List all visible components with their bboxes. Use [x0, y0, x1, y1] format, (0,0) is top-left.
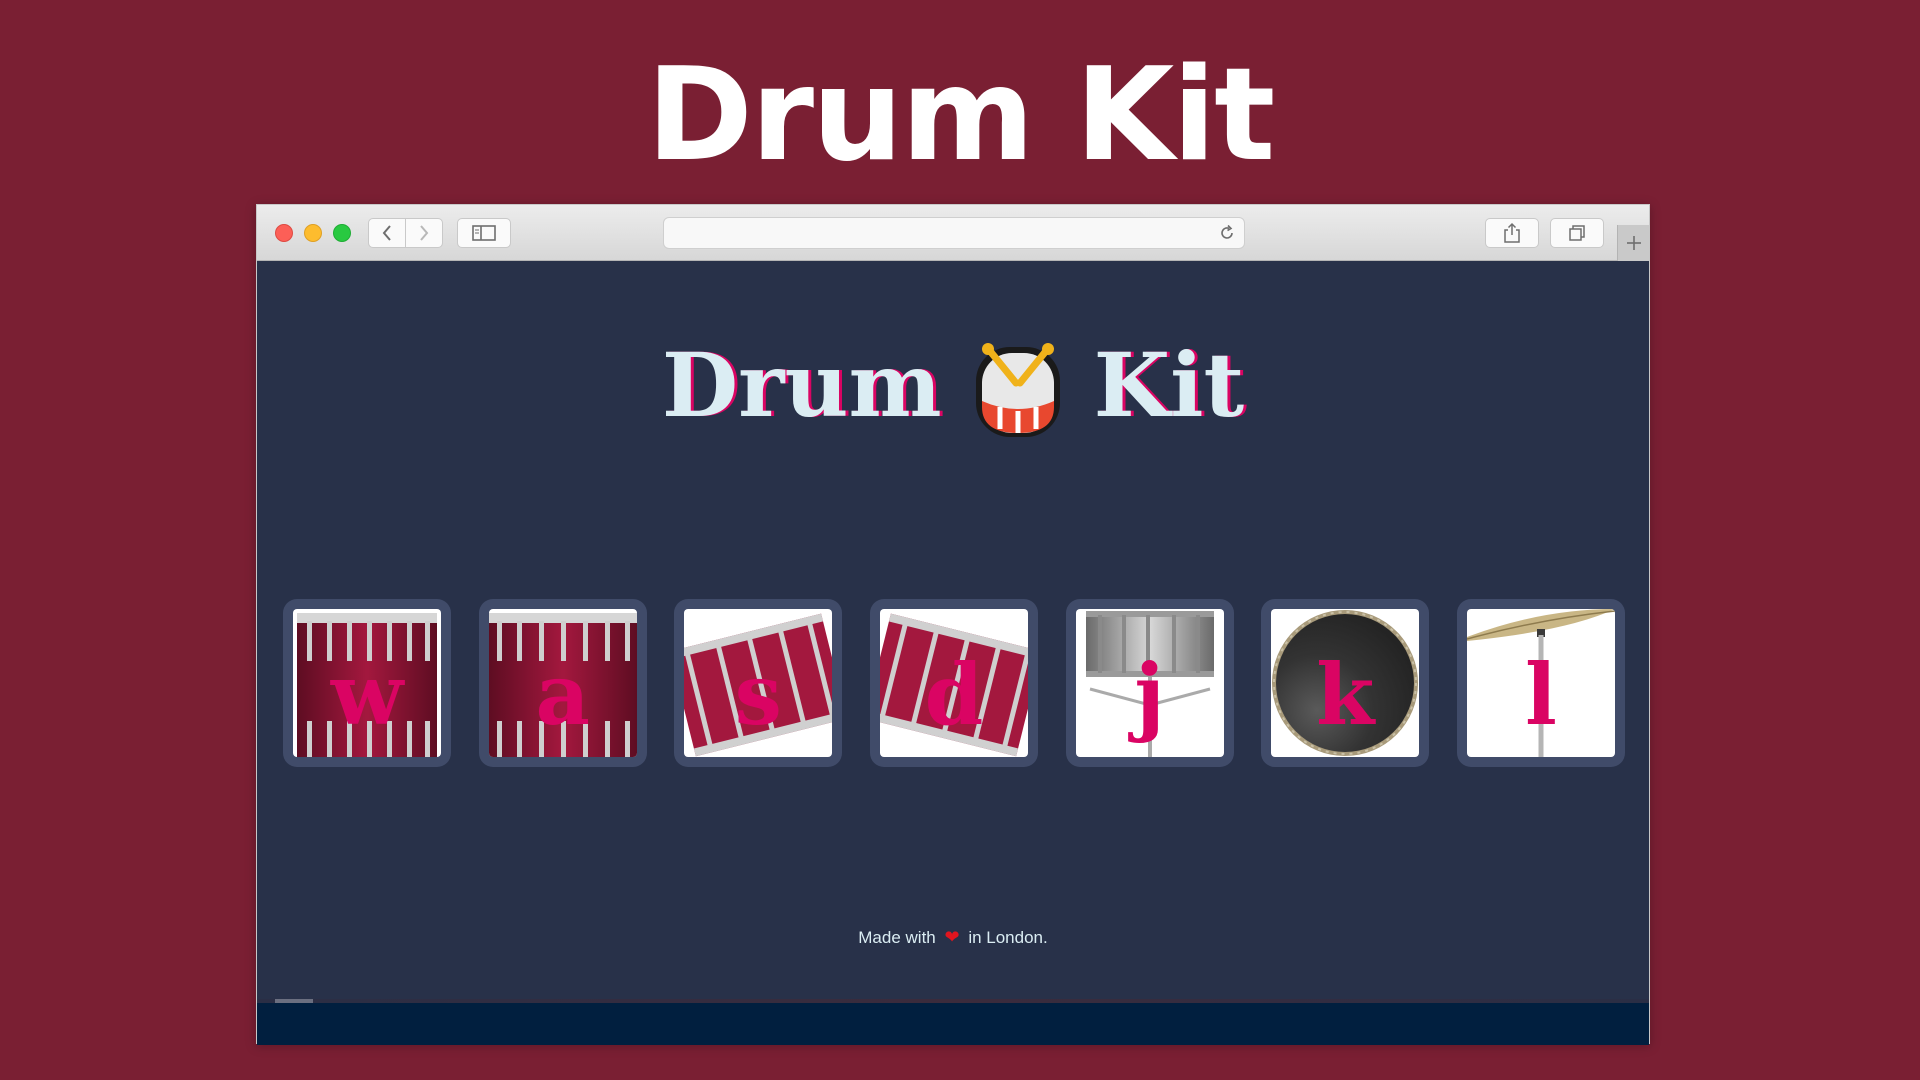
chevron-left-icon [382, 225, 391, 241]
tabs-icon [1569, 225, 1585, 241]
bottom-band [257, 1003, 1649, 1045]
close-window-button[interactable] [275, 224, 293, 242]
footer-text-before: Made with [858, 928, 936, 947]
heart-icon: ❤ [944, 927, 960, 947]
drum-button-d[interactable]: d [869, 599, 1038, 767]
page-title-left: Drum [661, 333, 942, 437]
new-tab-button[interactable] [1617, 225, 1649, 261]
chevron-right-icon [420, 225, 429, 241]
drum-tile: d [879, 609, 1028, 757]
drum-tile: l [1466, 609, 1615, 757]
plus-icon [1626, 236, 1641, 250]
drum-button-j[interactable]: j [1065, 599, 1234, 767]
drum-key-label: k [1316, 645, 1375, 744]
show-tabs-button[interactable] [1550, 218, 1604, 248]
address-bar[interactable] [663, 217, 1245, 249]
drum-tile: s [684, 609, 833, 757]
share-icon [1504, 222, 1520, 243]
drum-row: w a s d j k l [283, 599, 1625, 767]
sidebar-toggle-button[interactable] [457, 218, 511, 248]
drum-tile: k [1271, 609, 1420, 757]
reload-icon[interactable] [1218, 224, 1236, 242]
drum-key-label: d [924, 645, 984, 744]
drum-tile: a [488, 609, 637, 757]
drum-tile: w [293, 609, 441, 757]
drum-key-label: w [330, 645, 404, 744]
browser-toolbar [257, 205, 1649, 261]
drum-key-label: j [1134, 645, 1165, 744]
drum-button-a[interactable]: a [478, 599, 647, 767]
drum-key-label: a [535, 645, 590, 744]
footer-text-after: in London. [968, 928, 1048, 947]
hero-title: Drum Kit [646, 41, 1276, 190]
browser-window: Drum Kit w a s d j k l Made with ❤ in Lo… [256, 204, 1650, 1045]
zoom-window-button[interactable] [333, 224, 351, 242]
page-content: Drum Kit w a s d j k l Made with ❤ in Lo… [257, 262, 1649, 1045]
drum-emoji-icon [975, 343, 1060, 437]
drum-tile: j [1075, 609, 1224, 757]
page-footer: Made with ❤ in London. [257, 927, 1649, 948]
drum-button-k[interactable]: k [1261, 599, 1430, 767]
sidebar-icon [472, 225, 496, 241]
page-title-right: Kit [1093, 333, 1245, 437]
drum-key-label: l [1524, 645, 1557, 744]
drum-button-l[interactable]: l [1456, 599, 1625, 767]
minimize-window-button[interactable] [304, 224, 322, 242]
drum-button-w[interactable]: w [283, 599, 451, 767]
back-button[interactable] [368, 218, 406, 248]
share-button[interactable] [1485, 218, 1539, 248]
forward-button[interactable] [405, 218, 443, 248]
drum-button-s[interactable]: s [674, 599, 843, 767]
page-title: Drum Kit [257, 330, 1649, 440]
drum-key-label: s [734, 645, 782, 744]
